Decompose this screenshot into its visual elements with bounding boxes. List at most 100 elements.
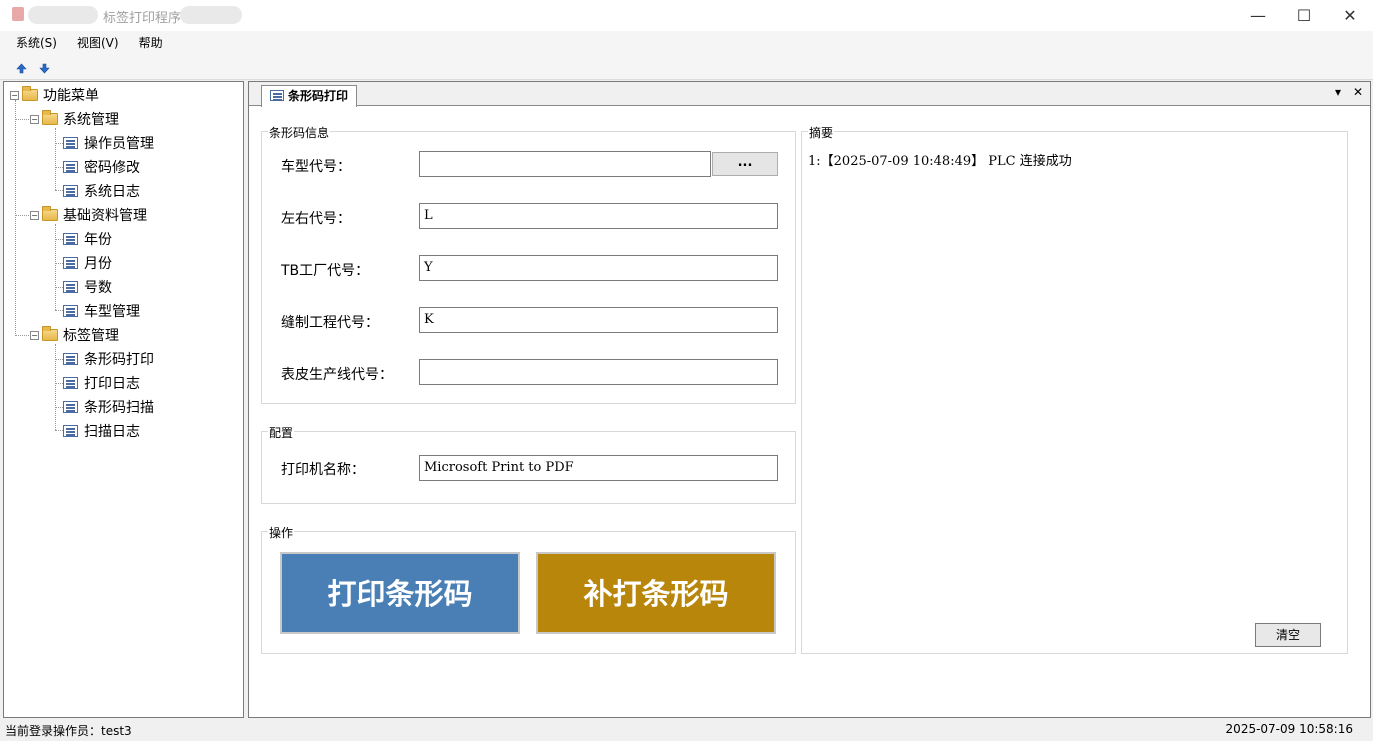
tree-item-barcode-scan[interactable]: 条形码扫描	[63, 395, 154, 419]
log-entry: 1:【2025-07-09 10:48:49】 PLC 连接成功	[808, 154, 1072, 169]
maximize-button[interactable]: ☐	[1281, 0, 1327, 31]
tab-barcode-print[interactable]: 条形码打印	[261, 85, 358, 107]
tree-item-number[interactable]: 号数	[63, 275, 112, 299]
tab-close-icon[interactable]: ✕	[1353, 85, 1363, 99]
tree-item-system-log[interactable]: 系统日志	[63, 179, 140, 203]
form-icon	[63, 185, 78, 197]
tree-item-label: 密码修改	[84, 160, 140, 176]
function-tree: − 功能菜单 − 系统管理 操作员管理 密码修改 系统日志 − 基础资料管理 年…	[3, 81, 244, 718]
form-icon	[63, 281, 78, 293]
arrow-up-icon[interactable]	[13, 60, 29, 76]
tree-root-label: 功能菜单	[43, 88, 99, 104]
config-group: 配置 打印机名称： Microsoft Print to PDF	[261, 424, 796, 504]
actions-group: 操作 打印条形码 补打条形码	[261, 524, 796, 654]
title-redacted	[28, 6, 98, 24]
tree-item-barcode-print[interactable]: 条形码打印	[63, 347, 154, 371]
tree-item-label: 年份	[84, 232, 112, 248]
tree-item-label: 月份	[84, 256, 112, 272]
tree-item-password[interactable]: 密码修改	[63, 155, 140, 179]
reprint-barcode-button[interactable]: 补打条形码	[536, 552, 776, 634]
tree-group-label: 系统管理	[63, 112, 119, 128]
folder-open-icon	[42, 326, 58, 341]
tab-strip: 条形码打印 ▾ ✕	[249, 82, 1370, 107]
form-icon	[63, 257, 78, 269]
tb-factory-code-input[interactable]: Y	[419, 255, 778, 281]
current-operator: 当前登录操作员：test3	[5, 724, 132, 738]
summary-group: 摘要 清空	[801, 124, 1348, 654]
tree-group-label: 基础资料管理	[63, 208, 147, 224]
form-icon	[63, 137, 78, 149]
collapse-icon[interactable]: −	[10, 90, 19, 100]
document-panel: 条形码打印 ▾ ✕ 条形码信息 车型代号： ... 左右代号： L TB工厂代号…	[248, 81, 1371, 718]
form-icon	[63, 161, 78, 173]
tree-item-label: 扫描日志	[84, 424, 140, 440]
form-icon	[63, 401, 78, 413]
vehicle-code-input[interactable]	[419, 151, 711, 177]
tree-item-year[interactable]: 年份	[63, 227, 112, 251]
status-datetime: 2025-07-09 10:58:16	[1225, 722, 1353, 736]
left-right-code-label: 左右代号：	[281, 211, 351, 227]
tree-item-label: 系统日志	[84, 184, 140, 200]
form-icon	[63, 425, 78, 437]
collapse-icon[interactable]: −	[30, 210, 39, 220]
group-title: 摘要	[808, 124, 835, 141]
status-bar: 当前登录操作员：test3 2025-07-09 10:58:16	[0, 719, 1373, 741]
print-barcode-button[interactable]: 打印条形码	[280, 552, 520, 634]
arrow-down-icon[interactable]	[36, 60, 52, 76]
left-right-code-input[interactable]: L	[419, 203, 778, 229]
browse-button[interactable]: ...	[712, 152, 778, 176]
close-button[interactable]: ✕	[1327, 0, 1373, 31]
menu-help[interactable]: 帮助	[131, 31, 171, 56]
folder-open-icon	[42, 206, 58, 221]
tree-item-label: 条形码扫描	[84, 400, 154, 416]
group-title: 配置	[268, 424, 295, 441]
skin-line-code-input[interactable]	[419, 359, 778, 385]
tree-root[interactable]: − 功能菜单	[10, 83, 99, 107]
tree-item-label: 打印日志	[84, 376, 140, 392]
tree-item-vehicle-model[interactable]: 车型管理	[63, 299, 140, 323]
form-icon	[63, 377, 78, 389]
printer-name-label: 打印机名称：	[281, 462, 365, 478]
menu-system[interactable]: 系统(S)	[8, 31, 65, 56]
tree-item-label: 号数	[84, 280, 112, 296]
barcode-info-group: 条形码信息 车型代号： ... 左右代号： L TB工厂代号： Y 缝制工程代号…	[261, 124, 796, 404]
collapse-icon[interactable]: −	[30, 330, 39, 340]
sewing-code-label: 缝制工程代号：	[281, 315, 379, 331]
tree-item-label: 条形码打印	[84, 352, 154, 368]
minimize-button[interactable]: —	[1235, 0, 1281, 31]
tree-item-month[interactable]: 月份	[63, 251, 112, 275]
title-redacted-2	[180, 6, 242, 24]
tab-dropdown-icon[interactable]: ▾	[1335, 85, 1341, 99]
form-icon	[63, 305, 78, 317]
app-icon	[12, 7, 24, 21]
menu-view[interactable]: 视图(V)	[69, 31, 127, 56]
group-title: 操作	[268, 524, 295, 541]
skin-line-code-label: 表皮生产线代号：	[281, 367, 393, 383]
group-title: 条形码信息	[268, 124, 331, 141]
tree-group-label: 标签管理	[63, 328, 119, 344]
tree-item-scan-log[interactable]: 扫描日志	[63, 419, 140, 443]
printer-name-input[interactable]: Microsoft Print to PDF	[419, 455, 778, 481]
form-icon	[270, 90, 284, 101]
clear-button[interactable]: 清空	[1255, 623, 1321, 647]
tree-group-system[interactable]: − 系统管理	[30, 107, 119, 131]
tree-item-operator[interactable]: 操作员管理	[63, 131, 154, 155]
tb-factory-code-label: TB工厂代号：	[281, 263, 370, 279]
toolbar	[0, 56, 1373, 80]
menu-bar: 系统(S) 视图(V) 帮助	[0, 31, 1373, 56]
form-icon	[63, 353, 78, 365]
tree-item-label: 车型管理	[84, 304, 140, 320]
sewing-code-input[interactable]: K	[419, 307, 778, 333]
folder-open-icon	[42, 110, 58, 125]
tree-item-label: 操作员管理	[84, 136, 154, 152]
vehicle-code-label: 车型代号：	[281, 159, 351, 175]
tree-item-print-log[interactable]: 打印日志	[63, 371, 140, 395]
form-icon	[63, 233, 78, 245]
tree-group-label-mgmt[interactable]: − 标签管理	[30, 323, 119, 347]
tree-group-basic-data[interactable]: − 基础资料管理	[30, 203, 147, 227]
folder-open-icon	[22, 86, 38, 101]
collapse-icon[interactable]: −	[30, 114, 39, 124]
title-bar: 标签打印程序 — ☐ ✕	[0, 0, 1373, 31]
tab-label: 条形码打印	[288, 89, 349, 103]
window-title: 标签打印程序	[103, 11, 182, 26]
